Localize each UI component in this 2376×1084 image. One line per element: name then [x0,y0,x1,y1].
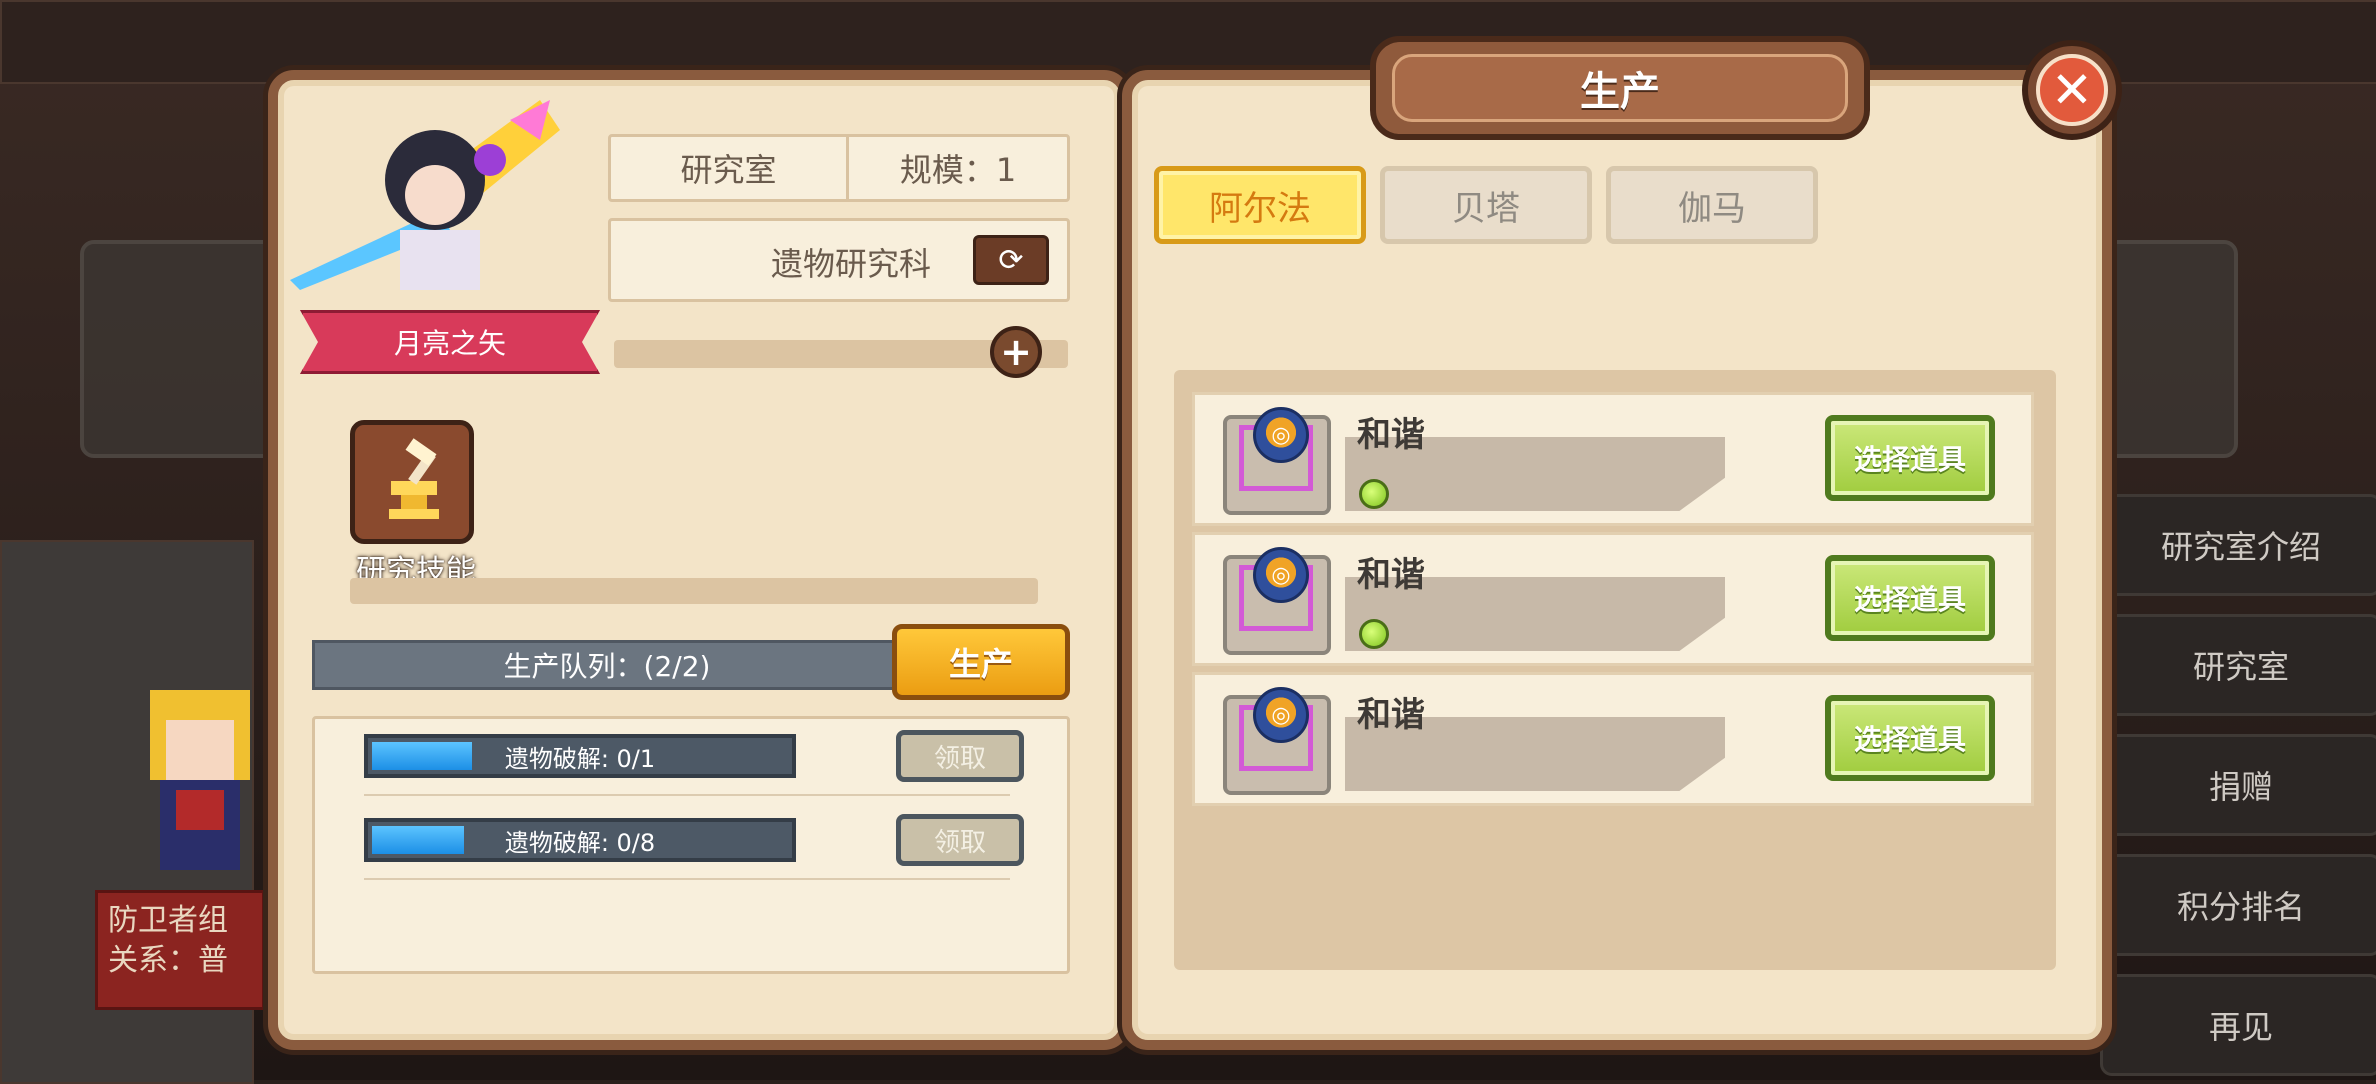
harmony-coin-icon: ◎ [1253,687,1309,743]
select-item-label: 选择道具 [1853,443,1966,476]
production-row: ◎ 和谐 选择道具 [1192,672,2034,806]
queue-item-label: 遗物破解: 0/8 [504,828,656,857]
select-item-label: 选择道具 [1853,583,1966,616]
claim-button[interactable]: 领取 [896,814,1024,866]
background-card [80,240,278,458]
production-row: ◎ 和谐 选择道具 [1192,392,2034,526]
item-name: 和谐 [1357,555,1425,595]
department-field: 遗物研究科 ⟳ [608,218,1070,302]
scale-label: 规模：1 [899,151,1017,189]
close-icon: ✕ [2036,54,2108,126]
npc-relation: 关系：普 [108,943,228,978]
queue-title: 生产队列：(2/2) [503,650,711,683]
claim-label: 领取 [933,827,986,858]
hero-name-banner: 月亮之矢 [300,310,600,374]
research-skill-button[interactable] [350,420,474,544]
tab-label: 阿尔法 [1209,188,1311,229]
menu-ranking[interactable]: 积分排名 [2100,854,2376,956]
status-dot-icon [1359,619,1389,649]
claim-button[interactable]: 领取 [896,730,1024,782]
item-name: 和谐 [1357,415,1425,455]
anvil-hammer-icon [389,438,439,519]
production-title-ribbon: 生产 [1370,36,1870,140]
npc-character-icon [130,680,270,880]
add-plus-icon[interactable]: + [990,326,1042,378]
item-name: 和谐 [1357,695,1425,735]
select-item-button[interactable]: 选择道具 [1825,555,1995,641]
menu-lab[interactable]: 研究室 [2100,614,2376,716]
menu-label: 再见 [2208,1008,2273,1046]
menu-label: 研究室介绍 [2160,528,2321,566]
menu-donate[interactable]: 捐赠 [2100,734,2376,836]
divider [364,794,1010,796]
harmony-coin-icon: ◎ [1253,407,1309,463]
select-item-button[interactable]: 选择道具 [1825,695,1995,781]
menu-label: 研究室 [2192,648,2289,686]
production-queue-header: 生产队列：(2/2) [312,640,902,690]
tab-gamma[interactable]: 伽马 [1606,166,1818,244]
lab-info-row: 研究室 规模：1 [608,134,1070,202]
hero-portrait [280,80,580,320]
refresh-icon[interactable]: ⟳ [973,235,1049,285]
queue-item-progress: 遗物破解: 0/1 [364,734,796,778]
tab-beta[interactable]: 贝塔 [1380,166,1592,244]
production-title: 生产 [1392,54,1848,122]
skill-bar [350,578,1038,604]
close-button[interactable]: ✕ [2022,40,2122,140]
menu-label: 积分排名 [2176,888,2305,926]
produce-button-label: 生产 [948,645,1013,683]
status-dot-icon [1359,479,1389,509]
npc-title: 防卫者组 [108,903,228,938]
menu-lab-intro[interactable]: 研究室介绍 [2100,494,2376,596]
item-slot[interactable]: ◎ [1223,407,1331,515]
divider [364,878,1010,880]
department-name: 遗物研究科 [771,245,932,283]
item-slot[interactable]: ◎ [1223,547,1331,655]
select-item-label: 选择道具 [1853,723,1966,756]
menu-label: 捐赠 [2208,768,2273,806]
tab-label: 伽马 [1678,188,1746,229]
hero-name: 月亮之矢 [393,327,506,360]
produce-button[interactable]: 生产 [892,624,1070,700]
tab-alpha[interactable]: 阿尔法 [1154,166,1366,244]
item-slot[interactable]: ◎ [1223,687,1331,795]
tab-label: 贝塔 [1452,188,1520,229]
queue-item-label: 遗物破解: 0/1 [504,744,656,773]
room-label: 研究室 [611,137,849,199]
harmony-coin-icon: ◎ [1253,547,1309,603]
claim-label: 领取 [933,743,986,774]
menu-goodbye[interactable]: 再见 [2100,974,2376,1076]
queue-item-progress: 遗物破解: 0/8 [364,818,796,862]
production-row: ◎ 和谐 选择道具 [1192,532,2034,666]
select-item-button[interactable]: 选择道具 [1825,415,1995,501]
npc-info-plate: 防卫者组 关系：普 [95,890,265,1010]
